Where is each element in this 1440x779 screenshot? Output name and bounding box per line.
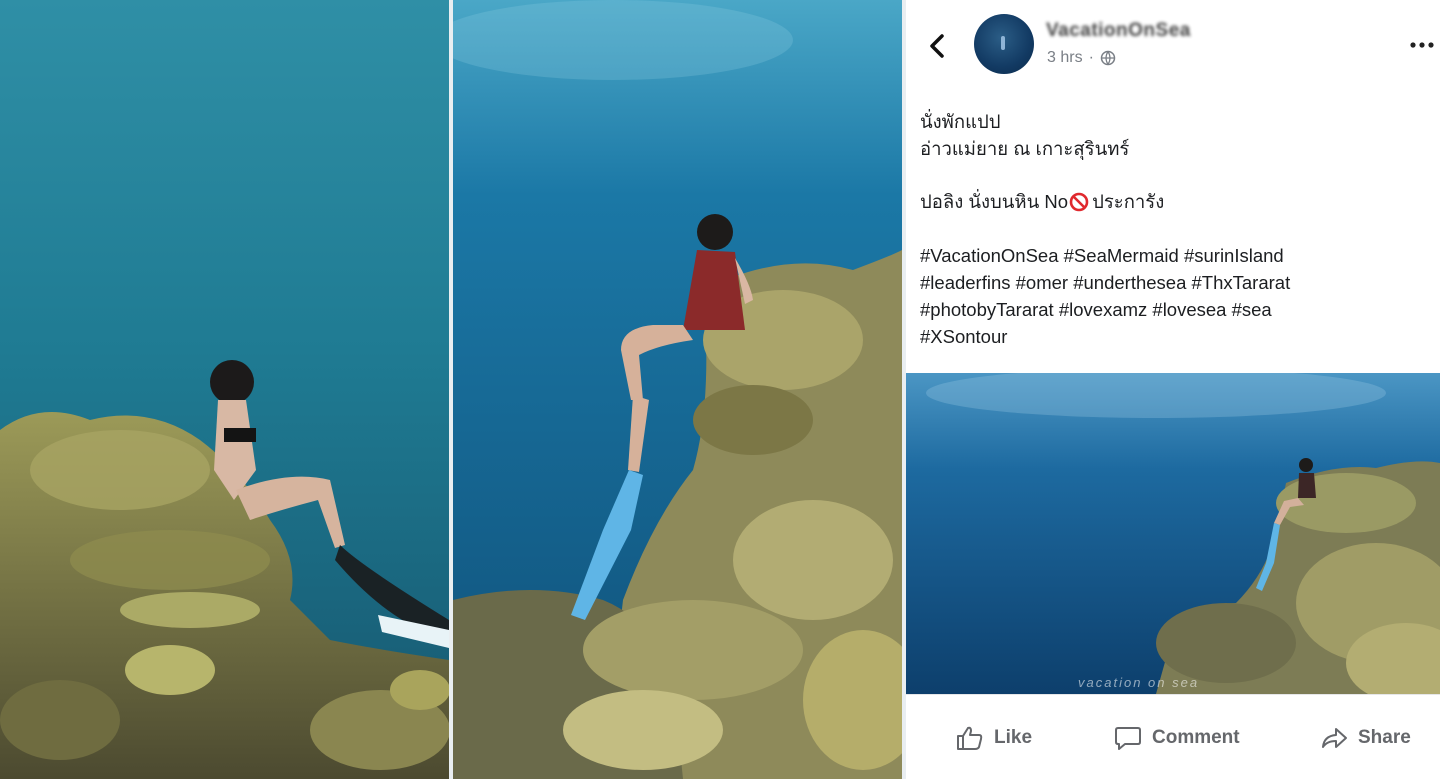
caption-line: ปอลิง นั่งบนหิน No ประการัง [920, 191, 1165, 212]
post-time[interactable]: 3 hrs [1047, 49, 1083, 67]
photo-watermark: vacation on sea [1078, 675, 1200, 690]
share-arrow-icon [1322, 728, 1347, 748]
comment-button[interactable]: Comment [1114, 725, 1240, 751]
caption-line: อ่าวแม่ยาย ณ เกาะสุรินทร์ [920, 138, 1130, 159]
hashtag-line[interactable]: #leaderfins #omer #underthesea #ThxTarar… [920, 269, 1430, 296]
hashtag-line[interactable]: #VacationOnSea #SeaMermaid #surinIsland [920, 242, 1430, 269]
prohibited-icon [1069, 192, 1089, 212]
social-post: VacationOnSea 3 hrs · นั่งพักแปป อ่าวแม่… [906, 0, 1440, 779]
comment-label: Comment [1152, 727, 1240, 748]
post-meta: 3 hrs · [1047, 49, 1116, 67]
hashtag-line[interactable]: #photobyTararat #lovexamz #lovesea #sea [920, 296, 1430, 323]
caption-line: นั่งพักแปป [920, 111, 1001, 132]
avatar[interactable] [974, 14, 1034, 74]
photo-middle-scene [453, 0, 902, 779]
comment-bubble-icon [1115, 727, 1141, 750]
underwater-photo-left [0, 0, 449, 779]
thumbs-up-icon [957, 726, 983, 750]
post-photo[interactable]: vacation on sea [906, 373, 1440, 694]
like-label: Like [994, 727, 1033, 748]
photo-left-scene [0, 0, 449, 779]
underwater-photo-middle [453, 0, 902, 779]
hashtag-line[interactable]: #XSontour [920, 323, 1430, 350]
chevron-left-icon[interactable] [924, 28, 950, 64]
like-button[interactable]: Like [956, 725, 1032, 751]
share-button[interactable]: Share [1320, 725, 1411, 751]
post-photo-scene [906, 373, 1440, 694]
post-header: VacationOnSea 3 hrs · [906, 0, 1440, 90]
page-name[interactable]: VacationOnSea [1046, 20, 1191, 42]
more-dots-icon[interactable] [1408, 38, 1436, 52]
share-label: Share [1358, 727, 1411, 748]
post-action-bar: Like Comment Share [906, 694, 1440, 779]
globe-icon [1100, 50, 1116, 66]
post-caption: นั่งพักแปป อ่าวแม่ยาย ณ เกาะสุรินทร์ ปอล… [920, 108, 1430, 350]
meta-separator: · [1088, 49, 1094, 66]
